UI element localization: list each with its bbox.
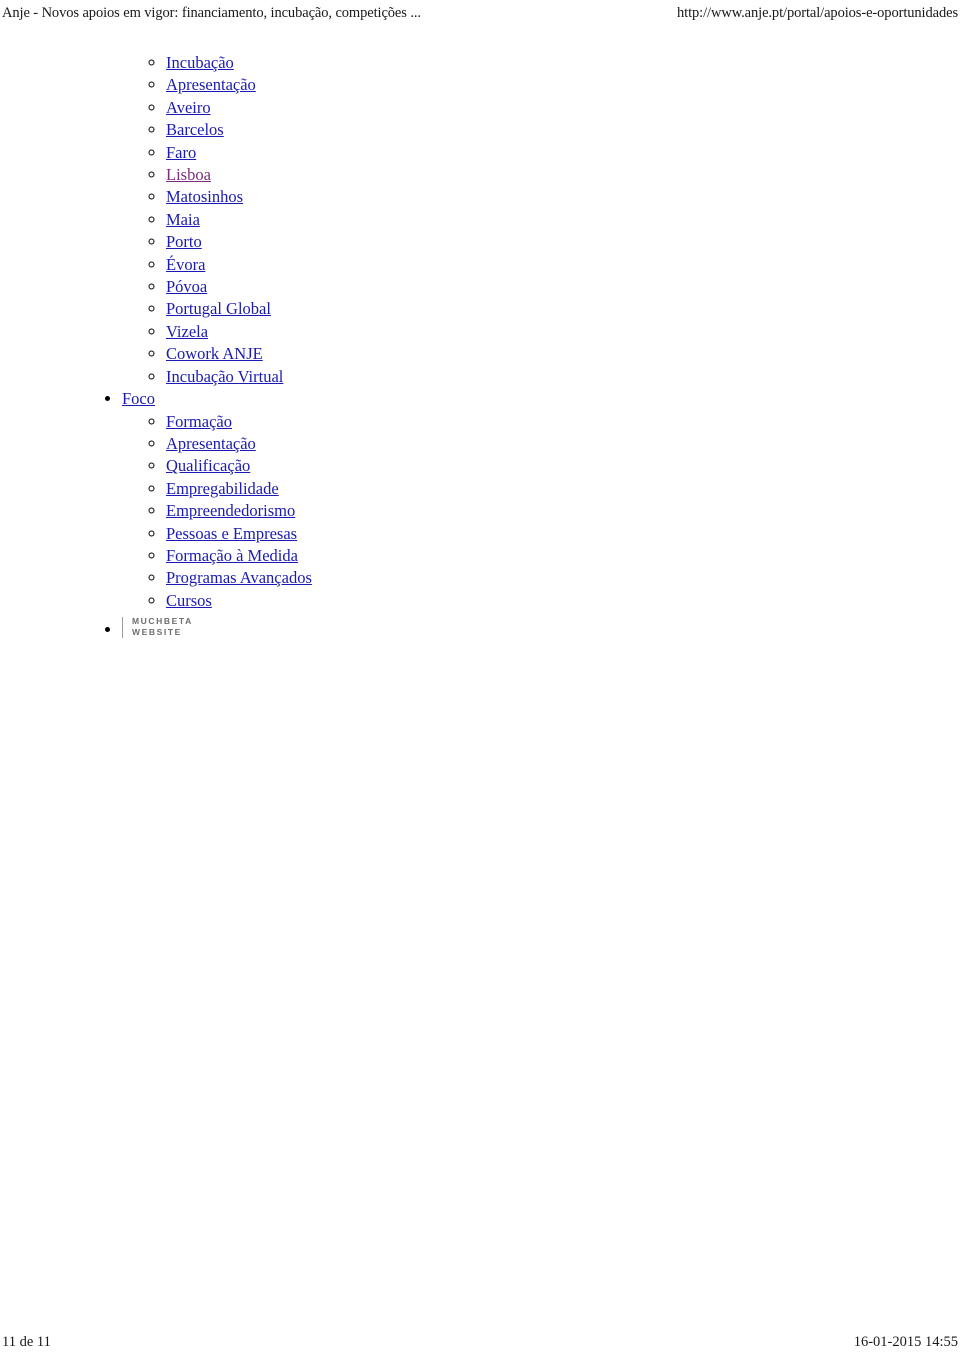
logo-line-1: MUCHBETA <box>132 616 193 627</box>
nav-list-item: Programas Avançados <box>166 567 960 589</box>
nav-link[interactable]: Porto <box>166 232 202 251</box>
nav-link[interactable]: Évora <box>166 255 205 274</box>
nav-link[interactable]: Vizela <box>166 322 208 341</box>
nav-link[interactable]: Portugal Global <box>166 299 271 318</box>
logo-line-2: WEBSITE <box>132 627 182 638</box>
nav-link[interactable]: Qualificação <box>166 456 250 475</box>
nav-list-item: Qualificação <box>166 455 960 477</box>
print-timestamp: 16-01-2015 14:55 <box>853 1334 958 1350</box>
nav-link[interactable]: Lisboa <box>166 165 211 184</box>
nav-link[interactable]: Apresentação <box>166 434 256 453</box>
nav-link[interactable]: Empregabilidade <box>166 479 279 498</box>
nav-link[interactable]: Incubação Virtual <box>166 367 283 386</box>
nav-list-item: Incubação <box>166 52 960 74</box>
muchbeta-logo: MUCHBETAWEBSITE <box>122 615 193 639</box>
nav-list-item: Cowork ANJE <box>166 343 960 365</box>
nav-link[interactable]: Barcelos <box>166 120 224 139</box>
nav-link[interactable]: Maia <box>166 210 200 229</box>
nav-list-item: Aveiro <box>166 97 960 119</box>
nav-sublist: Formação Apresentação Qualificação Empregab… <box>122 411 960 613</box>
print-page-footer: 11 de 11 16-01-2015 14:55 <box>0 1329 960 1351</box>
nav-link[interactable]: Póvoa <box>166 277 207 296</box>
nav-list-item: Incubação Virtual <box>166 366 960 388</box>
nav-list-item: Póvoa <box>166 276 960 298</box>
nav-list-item: Maia <box>166 209 960 231</box>
logo-wordmark: MUCHBETAWEBSITE <box>132 616 193 638</box>
nav-list-item: Pessoas e Empresas <box>166 523 960 545</box>
nav-list-item: Évora <box>166 254 960 276</box>
document-title: Anje - Novos apoios em vigor: financiame… <box>2 5 421 21</box>
document-url: http://www.anje.pt/portal/apoios-e-oport… <box>677 5 958 21</box>
nav-list-item: Lisboa <box>166 164 960 186</box>
nav-link[interactable]: Programas Avançados <box>166 568 312 587</box>
nav-link[interactable]: Cowork ANJE <box>166 344 263 363</box>
site-navigation-list: Incubação Apresentação Aveiro Barcelos Faro L… <box>0 52 960 641</box>
nav-list-item: Apresentação <box>166 74 960 96</box>
nav-link[interactable]: Cursos <box>166 591 212 610</box>
nav-list-item: Empreendedorismo <box>166 500 960 522</box>
nav-group-1: Foco Formação Apresentação Qualificação Empr… <box>122 388 960 612</box>
muchbeta-logo-item[interactable]: MUCHBETAWEBSITE <box>122 612 960 641</box>
nav-list-item: Portugal Global <box>166 298 960 320</box>
nav-list-item: Cursos <box>166 590 960 612</box>
nav-link[interactable]: Incubação <box>166 53 234 72</box>
nav-link[interactable]: Matosinhos <box>166 187 243 206</box>
page-number: 11 de 11 <box>2 1334 51 1350</box>
nav-link[interactable]: Pessoas e Empresas <box>166 524 297 543</box>
nav-link[interactable]: Formação à Medida <box>166 546 298 565</box>
nav-list-item: Faro <box>166 142 960 164</box>
nav-list-item: Apresentação <box>166 433 960 455</box>
nav-link[interactable]: Aveiro <box>166 98 211 117</box>
nav-link[interactable]: Formação <box>166 412 232 431</box>
page-content: Incubação Apresentação Aveiro Barcelos Faro L… <box>0 52 960 641</box>
nav-list-item: Empregabilidade <box>166 478 960 500</box>
nav-link[interactable]: Apresentação <box>166 75 256 94</box>
nav-list-item: Formação à Medida <box>166 545 960 567</box>
nav-sublist: Incubação Apresentação Aveiro Barcelos Faro L… <box>122 52 960 388</box>
nav-list-item: Vizela <box>166 321 960 343</box>
nav-list-item: Barcelos <box>166 119 960 141</box>
nav-list-item: Porto <box>166 231 960 253</box>
logo-divider-icon <box>122 616 123 638</box>
nav-link[interactable]: Empreendedorismo <box>166 501 295 520</box>
print-page-header: Anje - Novos apoios em vigor: financiame… <box>0 4 960 26</box>
nav-group-anonymous: Incubação Apresentação Aveiro Barcelos Faro L… <box>122 52 960 388</box>
nav-link[interactable]: Faro <box>166 143 196 162</box>
nav-group-link[interactable]: Foco <box>122 389 155 408</box>
nav-list-item: Matosinhos <box>166 186 960 208</box>
nav-list-item: Formação <box>166 411 960 433</box>
